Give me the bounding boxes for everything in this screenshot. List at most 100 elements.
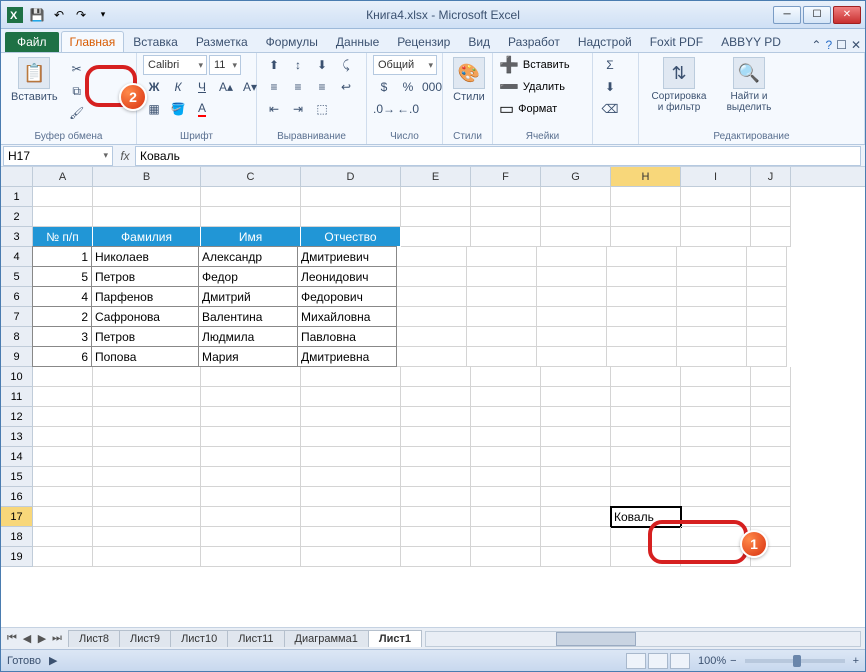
cell[interactable] — [397, 267, 467, 287]
tab-formulas[interactable]: Формулы — [257, 31, 327, 52]
cell[interactable] — [751, 467, 791, 487]
cell[interactable] — [301, 447, 401, 467]
delete-cells-icon[interactable]: ➖ — [499, 77, 519, 97]
cell[interactable] — [467, 267, 537, 287]
cell[interactable] — [201, 367, 301, 387]
tab-data[interactable]: Данные — [327, 31, 388, 52]
align-left-icon[interactable]: ≡ — [263, 77, 285, 97]
cell[interactable] — [681, 207, 751, 227]
cell[interactable] — [611, 207, 681, 227]
col-header-h[interactable]: H — [611, 167, 681, 186]
format-cells-label[interactable]: Формат — [518, 103, 557, 115]
clear-icon[interactable]: ⌫ — [599, 99, 621, 119]
sort-filter-button[interactable]: ⇅ Сортировка и фильтр — [645, 55, 713, 115]
cell[interactable] — [467, 347, 537, 367]
cell[interactable] — [611, 227, 681, 247]
select-all-corner[interactable] — [1, 167, 33, 186]
cell[interactable] — [677, 287, 747, 307]
cell[interactable] — [541, 427, 611, 447]
cell[interactable] — [681, 387, 751, 407]
find-select-button[interactable]: 🔍 Найти и выделить — [717, 55, 781, 115]
sheet-tab[interactable]: Лист10 — [170, 630, 228, 647]
cell[interactable] — [401, 547, 471, 567]
cell[interactable] — [471, 507, 541, 527]
cell[interactable] — [747, 247, 787, 267]
tab-foxit[interactable]: Foxit PDF — [641, 31, 712, 52]
cell[interactable] — [397, 327, 467, 347]
cell[interactable] — [93, 507, 201, 527]
cell[interactable]: Федорович — [297, 286, 397, 307]
cell[interactable] — [201, 387, 301, 407]
tab-home[interactable]: Главная — [61, 31, 125, 52]
cell[interactable] — [541, 487, 611, 507]
cell[interactable]: Сафронова — [91, 306, 199, 327]
cell[interactable] — [201, 487, 301, 507]
fx-icon[interactable]: fx — [115, 149, 135, 163]
align-center-icon[interactable]: ≡ — [287, 77, 309, 97]
cell[interactable] — [677, 247, 747, 267]
cell[interactable] — [201, 207, 301, 227]
insert-cells-label[interactable]: Вставить — [523, 59, 570, 71]
sheet-tab[interactable]: Диаграмма1 — [284, 630, 369, 647]
col-header-g[interactable]: G — [541, 167, 611, 186]
cell[interactable] — [541, 467, 611, 487]
cell[interactable] — [751, 487, 791, 507]
tab-insert[interactable]: Вставка — [124, 31, 187, 52]
cell[interactable] — [471, 447, 541, 467]
align-middle-icon[interactable]: ↕ — [287, 55, 309, 75]
col-header-c[interactable]: C — [201, 167, 301, 186]
font-name-combo[interactable]: Calibri — [143, 55, 207, 75]
page-layout-view-button[interactable] — [648, 653, 668, 669]
zoom-in-icon[interactable]: + — [853, 655, 859, 667]
cell[interactable] — [201, 407, 301, 427]
cell[interactable] — [401, 187, 471, 207]
page-break-view-button[interactable] — [670, 653, 690, 669]
cell[interactable] — [301, 507, 401, 527]
borders-icon[interactable]: ▦ — [143, 99, 165, 119]
cell[interactable] — [541, 227, 611, 247]
cell[interactable] — [681, 187, 751, 207]
cell[interactable] — [681, 447, 751, 467]
cell[interactable] — [537, 307, 607, 327]
col-header-b[interactable]: B — [93, 167, 201, 186]
macro-record-icon[interactable]: ▶ — [49, 654, 57, 667]
cell[interactable] — [397, 307, 467, 327]
fill-color-icon[interactable]: 🪣 — [167, 99, 189, 119]
cell[interactable] — [611, 387, 681, 407]
cell[interactable] — [751, 427, 791, 447]
minimize-button[interactable]: ─ — [773, 6, 801, 24]
cell[interactable] — [397, 287, 467, 307]
tab-addins[interactable]: Надстрой — [569, 31, 641, 52]
cell[interactable] — [401, 387, 471, 407]
cell[interactable] — [537, 247, 607, 267]
cell[interactable] — [301, 547, 401, 567]
row-header[interactable]: 14 — [1, 447, 33, 467]
cell[interactable] — [93, 527, 201, 547]
row-header[interactable]: 6 — [1, 287, 33, 307]
cell[interactable] — [471, 227, 541, 247]
tab-view[interactable]: Вид — [459, 31, 499, 52]
cell[interactable] — [677, 307, 747, 327]
row-header[interactable]: 12 — [1, 407, 33, 427]
delete-cells-label[interactable]: Удалить — [523, 81, 565, 93]
decrease-decimal-icon[interactable]: ←.0 — [397, 99, 419, 119]
fill-icon[interactable]: ⬇ — [599, 77, 621, 97]
cell[interactable] — [747, 307, 787, 327]
cell[interactable]: Павловна — [297, 326, 397, 347]
cell[interactable] — [401, 527, 471, 547]
ribbon-minimize-icon[interactable]: ⌃ — [811, 38, 821, 52]
align-top-icon[interactable]: ⬆ — [263, 55, 285, 75]
cell[interactable] — [541, 387, 611, 407]
zoom-slider[interactable] — [745, 659, 845, 663]
cell[interactable] — [471, 547, 541, 567]
cell[interactable] — [751, 447, 791, 467]
normal-view-button[interactable] — [626, 653, 646, 669]
sheet-tab[interactable]: Лист8 — [68, 630, 120, 647]
cell[interactable] — [401, 467, 471, 487]
cell[interactable] — [747, 287, 787, 307]
cell[interactable] — [541, 547, 611, 567]
cell[interactable] — [471, 387, 541, 407]
help-icon[interactable]: ? — [825, 38, 832, 52]
formula-input[interactable]: Коваль — [135, 146, 861, 166]
cell[interactable] — [401, 427, 471, 447]
